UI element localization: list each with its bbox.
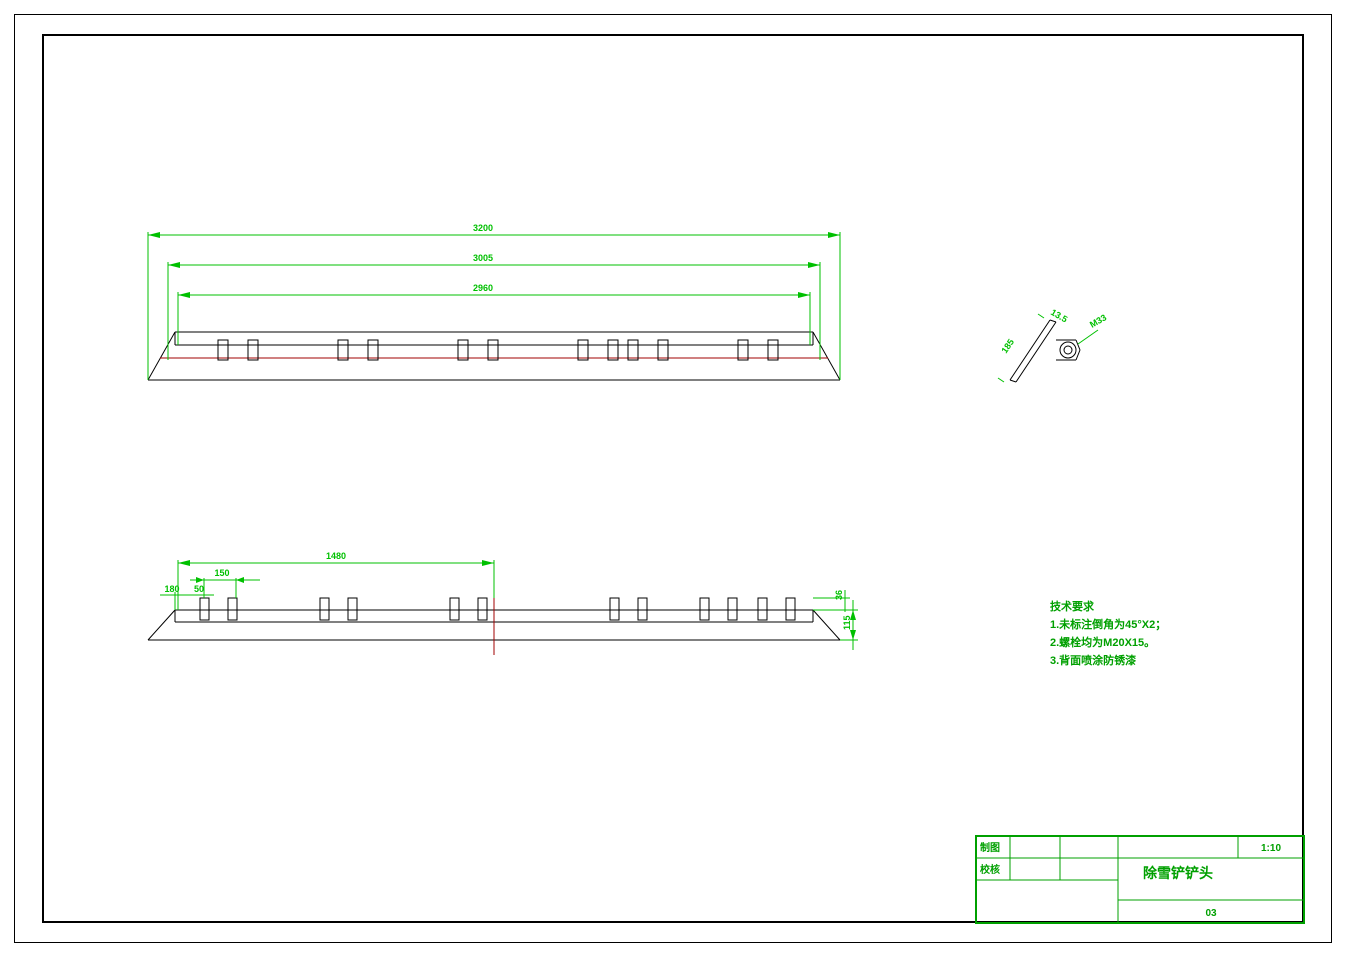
side-view: 185 13.5 M33 bbox=[998, 307, 1108, 382]
top-bolts bbox=[218, 340, 778, 360]
tb-r2: 校核 bbox=[980, 863, 1000, 876]
dim-3005: 3005 bbox=[473, 253, 493, 263]
dim-115: 115 bbox=[842, 615, 852, 630]
dim-2960: 2960 bbox=[473, 283, 493, 293]
dim-m33: M33 bbox=[1088, 312, 1108, 329]
drawing-sheet: 3200 3005 2960 bbox=[0, 0, 1346, 957]
top-dim-3200: 3200 bbox=[148, 223, 840, 380]
dim-150: 150 bbox=[214, 568, 229, 578]
tb-title: 除雪铲铲头 bbox=[1143, 865, 1213, 881]
title-block: 制图 校核 除雪铲铲头 1:10 03 bbox=[976, 836, 1304, 923]
top-dim-2960: 2960 bbox=[178, 283, 810, 345]
top-dim-3005: 3005 bbox=[168, 253, 820, 360]
top-view: 3200 3005 2960 bbox=[148, 223, 840, 380]
bot-bolts bbox=[200, 598, 795, 620]
dim-3200: 3200 bbox=[473, 223, 493, 233]
bottom-view: 1480 150 180 50 115 36 bbox=[148, 551, 858, 655]
drawing-canvas: 3200 3005 2960 bbox=[0, 0, 1346, 957]
tb-r1: 制图 bbox=[980, 841, 1000, 854]
tech-notes: 技术要求 1.未标注倒角为45°X2； 2.螺栓均为M20X15。 3.背面喷涂… bbox=[1050, 599, 1166, 667]
notes-title: 技术要求 bbox=[1050, 599, 1095, 613]
dim-1480: 1480 bbox=[326, 551, 346, 561]
notes-l2: 2.螺栓均为M20X15。 bbox=[1050, 635, 1155, 649]
notes-l1: 1.未标注倒角为45°X2； bbox=[1050, 617, 1166, 631]
dim-185: 185 bbox=[999, 337, 1016, 355]
dim-13-5: 13.5 bbox=[1049, 307, 1069, 324]
dim-36: 36 bbox=[834, 590, 844, 600]
notes-l3: 3.背面喷涂防锈漆 bbox=[1050, 653, 1136, 667]
dim-180: 180 bbox=[164, 584, 179, 594]
tb-scale: 1:10 bbox=[1261, 843, 1281, 854]
tb-num: 03 bbox=[1205, 908, 1217, 919]
dim-50: 50 bbox=[194, 584, 204, 594]
